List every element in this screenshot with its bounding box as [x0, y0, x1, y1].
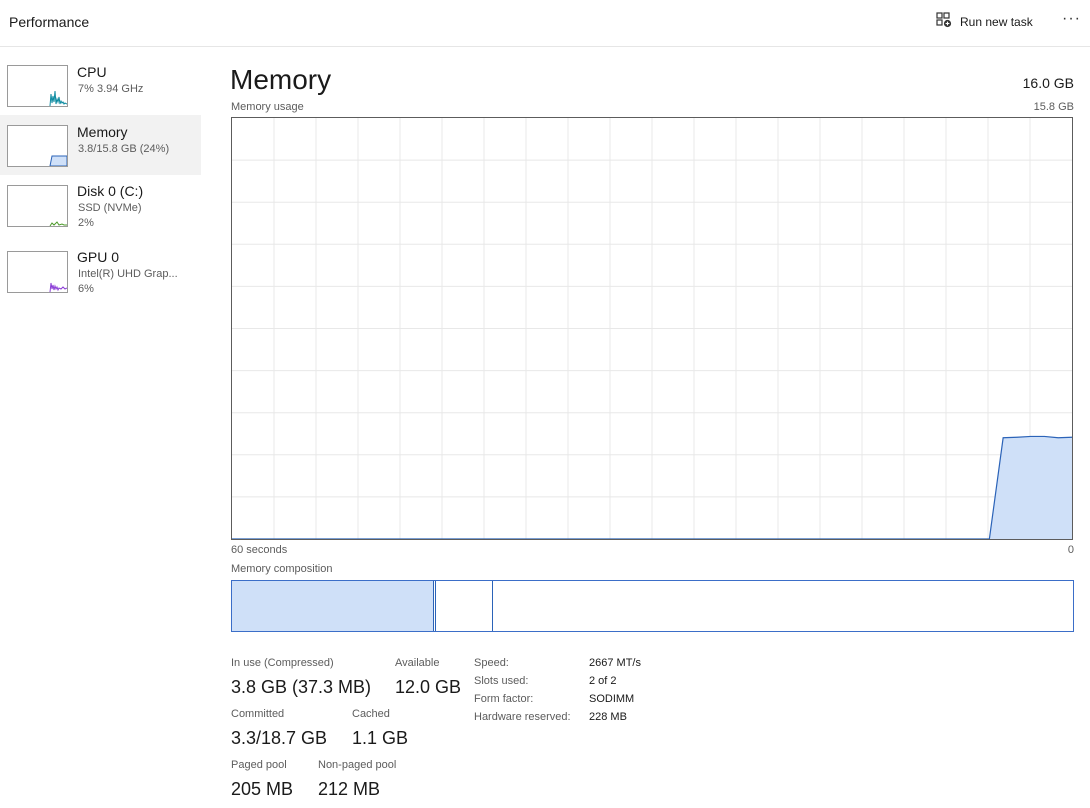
total-memory: 16.0 GB	[1022, 75, 1074, 91]
sidebar-item-detail: 7% 3.94 GHz	[78, 83, 144, 95]
form-factor-value: SODIMM	[589, 693, 635, 705]
hardware-reserved-value: 228 MB	[589, 711, 627, 723]
gpu-thumbnail	[7, 251, 68, 293]
disk-thumbnail	[7, 185, 68, 227]
non-paged-pool-value: 212 MB	[318, 779, 381, 799]
memory-usage-label: Memory usage	[231, 101, 304, 113]
sidebar-item-label: GPU 0	[77, 249, 120, 265]
memory-thumbnail	[7, 125, 68, 167]
sidebar-item-label: Memory	[77, 124, 128, 140]
sidebar-item-detail: SSD (NVMe)	[78, 202, 142, 214]
sidebar-item-detail: 3.8/15.8 GB (24%)	[78, 143, 170, 155]
page-title: Performance	[9, 14, 90, 30]
slots-used-label: Slots used:	[474, 675, 529, 687]
run-task-icon	[936, 11, 952, 33]
memory-usage-chart	[232, 118, 1073, 540]
in-use-label: In use (Compressed)	[231, 657, 334, 669]
memory-usage-max: 15.8 GB	[1033, 101, 1074, 113]
cpu-sparkline	[49, 90, 68, 107]
disk-sparkline-line	[49, 221, 67, 227]
available-label: Available	[395, 657, 440, 669]
composition-segment-in-use	[232, 581, 434, 631]
sidebar-item-label: Disk 0 (C:)	[77, 183, 144, 199]
committed-value: 3.3/18.7 GB	[231, 728, 328, 748]
time-axis-end: 0	[1067, 544, 1074, 556]
memory-composition-bar	[231, 580, 1074, 632]
memory-sparkline-fill	[49, 155, 68, 167]
run-new-task-button[interactable]: Run new task	[936, 11, 1033, 33]
memory-composition-label: Memory composition	[231, 563, 333, 575]
sidebar-item-memory[interactable]: Memory 3.8/15.8 GB (24%)	[0, 115, 201, 175]
time-axis-start: 60 seconds	[231, 544, 288, 556]
sidebar-item-detail: Intel(R) UHD Grap...	[78, 268, 178, 280]
non-paged-pool-label: Non-paged pool	[318, 759, 397, 771]
sidebar-item-usage: 6%	[78, 283, 94, 295]
available-value: 12.0 GB	[395, 677, 462, 697]
memory-sparkline	[49, 155, 68, 167]
more-options-icon[interactable]: ···	[1062, 10, 1082, 32]
sidebar-item-gpu[interactable]: GPU 0 Intel(R) UHD Grap... 6%	[0, 248, 201, 308]
paged-pool-label: Paged pool	[231, 759, 287, 771]
sidebar-item-cpu[interactable]: CPU 7% 3.94 GHz	[0, 62, 201, 122]
gpu-sparkline-line	[49, 282, 68, 293]
run-task-label: Run new task	[960, 15, 1033, 29]
committed-label: Committed	[231, 708, 285, 720]
memory-usage-graph	[231, 117, 1073, 540]
cached-value: 1.1 GB	[352, 728, 409, 748]
speed-value: 2667 MT/s	[589, 657, 641, 669]
cpu-sparkline-line	[49, 90, 68, 107]
form-factor-label: Form factor:	[474, 693, 534, 705]
sidebar-item-disk[interactable]: Disk 0 (C:) SSD (NVMe) 2%	[0, 182, 201, 242]
in-use-value: 3.8 GB (37.3 MB)	[231, 677, 372, 697]
sidebar-item-label: CPU	[77, 64, 107, 80]
composition-segment-standby	[436, 581, 493, 631]
composition-segment-free	[493, 581, 1073, 631]
main-title: Memory	[230, 64, 332, 95]
disk-sparkline	[49, 221, 67, 227]
hardware-reserved-label: Hardware reserved:	[474, 711, 571, 723]
sidebar-item-usage: 2%	[78, 217, 94, 229]
paged-pool-value: 205 MB	[231, 779, 294, 799]
speed-label: Speed:	[474, 657, 509, 669]
gpu-sparkline	[49, 282, 68, 293]
cached-label: Cached	[352, 708, 390, 720]
cpu-thumbnail	[7, 65, 68, 107]
slots-used-value: 2 of 2	[589, 675, 617, 687]
header-bar: Performance Run new task ···	[0, 0, 1090, 47]
